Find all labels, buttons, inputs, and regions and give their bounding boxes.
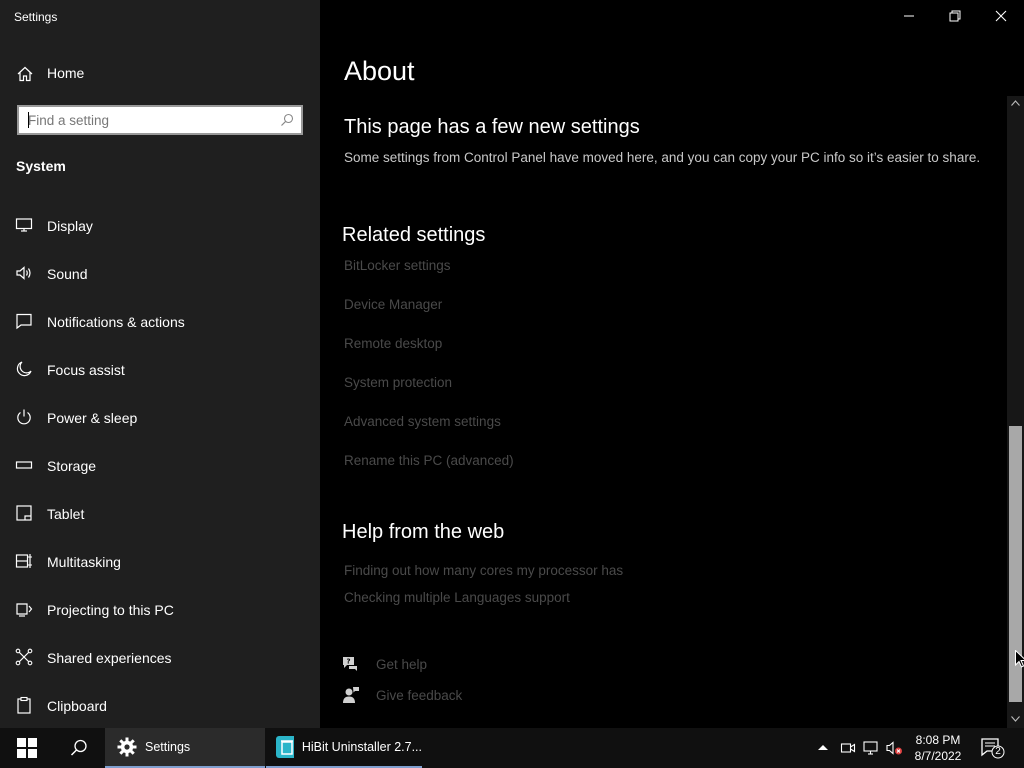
search-icon[interactable] [280,113,294,127]
help-cores-link[interactable]: Finding out how many cores my processor … [344,563,623,578]
sidebar-item-notifications[interactable]: Notifications & actions [0,304,320,352]
sidebar-item-shared-experiences[interactable]: Shared experiences [0,640,320,688]
sidebar-item-display[interactable]: Display [0,208,320,256]
sidebar-item-home[interactable]: Home [0,58,320,88]
clock-time: 8:08 PM [915,733,961,747]
tablet-icon [16,505,32,521]
sidebar-item-label: Sound [47,266,88,282]
projecting-icon [16,603,33,617]
clipboard-icon [17,696,31,714]
minimize-icon [904,15,914,17]
window-title: Settings [14,10,58,24]
system-clock[interactable]: 8:08 PM 8/7/2022 [906,732,970,764]
scroll-up-button[interactable] [1007,96,1024,110]
notification-count-badge: 2 [995,746,1001,757]
multitasking-icon [15,554,32,568]
volume-muted-icon[interactable] [886,740,902,756]
text-caret [28,112,29,128]
minimize-button[interactable] [886,0,932,32]
sidebar-item-label: Notifications & actions [47,314,185,330]
taskbar-settings-label: Settings [145,740,191,754]
close-button[interactable] [978,0,1024,32]
chevron-up-icon[interactable] [815,740,831,756]
storage-icon [15,461,33,469]
gear-icon [117,737,137,757]
sidebar-item-label: Clipboard [47,698,107,714]
monitor-icon [15,218,33,232]
sidebar-item-label: Display [47,218,93,234]
device-manager-link[interactable]: Device Manager [344,297,442,312]
help-languages-link[interactable]: Checking multiple Languages support [344,590,570,605]
vertical-scrollbar[interactable] [1007,96,1024,728]
search-input[interactable] [19,107,269,133]
new-settings-heading: This page has a few new settings [344,116,640,138]
taskbar-hibit-label: HiBit Uninstaller 2.7... [301,740,422,754]
mouse-cursor-icon [1015,650,1024,668]
sidebar-item-tablet[interactable]: Tablet [0,496,320,544]
power-icon [17,409,31,425]
sidebar-item-label: Focus assist [47,362,125,378]
restore-button[interactable] [932,0,978,32]
advanced-system-settings-link[interactable]: Advanced system settings [344,414,501,429]
sidebar-item-label: Shared experiences [47,650,172,666]
sidebar-item-label: Storage [47,458,97,474]
search-icon [70,739,87,756]
get-help-icon: ? [343,657,357,671]
meet-now-icon[interactable] [840,740,856,756]
system-protection-link[interactable]: System protection [344,375,452,390]
sidebar-item-sound[interactable]: Sound [0,256,320,304]
sidebar-item-label: Tablet [47,506,85,522]
speaker-icon [16,266,31,280]
section-label: System [16,158,66,174]
sidebar-nav: Display Sound Notifications & actions Fo… [0,208,320,736]
give-feedback-label: Give feedback [376,688,463,703]
restore-icon [949,10,961,22]
related-settings-heading: Related settings [342,224,486,246]
sidebar-item-multitasking[interactable]: Multitasking [0,544,320,592]
network-icon[interactable] [863,740,879,756]
close-icon [995,10,1007,22]
sidebar-item-label: Multitasking [47,554,121,570]
svg-text:?: ? [347,658,351,666]
sidebar-item-storage[interactable]: Storage [0,448,320,496]
shared-icon [15,648,33,666]
notification-icon [16,313,32,330]
sidebar-item-focus-assist[interactable]: Focus assist [0,352,320,400]
taskbar-settings-app[interactable]: Settings [105,728,265,768]
feedback-icon [343,687,359,703]
home-icon [17,66,33,82]
moon-icon [16,361,32,377]
sidebar-item-label: Power & sleep [47,410,138,426]
get-help-label: Get help [376,657,428,672]
taskbar-search-button[interactable] [54,728,104,768]
chevron-up-icon [1011,100,1020,106]
clock-date: 8/7/2022 [914,749,962,763]
help-web-heading: Help from the web [342,521,505,543]
sidebar-item-label: Projecting to this PC [47,602,174,618]
sidebar: Settings Home System Display Sound Notif… [0,0,320,728]
bitlocker-settings-link[interactable]: BitLocker settings [344,258,451,273]
windows-logo-icon [17,738,37,758]
scroll-down-button[interactable] [1007,712,1024,726]
chevron-down-icon [1011,716,1020,722]
taskbar-hibit-app[interactable]: HiBit Uninstaller 2.7... [266,728,422,768]
search-box[interactable] [17,105,303,135]
start-button[interactable] [0,728,54,768]
taskbar: Settings HiBit Uninstaller 2.7... 8:08 P… [0,728,1024,768]
new-settings-description: Some settings from Control Panel have mo… [344,150,981,165]
page-title: About [344,56,415,86]
sidebar-item-label: Home [47,65,85,81]
hibit-uninstaller-icon [276,736,294,758]
sidebar-item-projecting[interactable]: Projecting to this PC [0,592,320,640]
action-center-button[interactable]: 2 [980,736,1006,760]
sidebar-item-power-sleep[interactable]: Power & sleep [0,400,320,448]
rename-pc-link[interactable]: Rename this PC (advanced) [344,453,514,468]
main-content: About This page has a few new settings S… [320,0,1024,728]
remote-desktop-link[interactable]: Remote desktop [344,336,442,351]
